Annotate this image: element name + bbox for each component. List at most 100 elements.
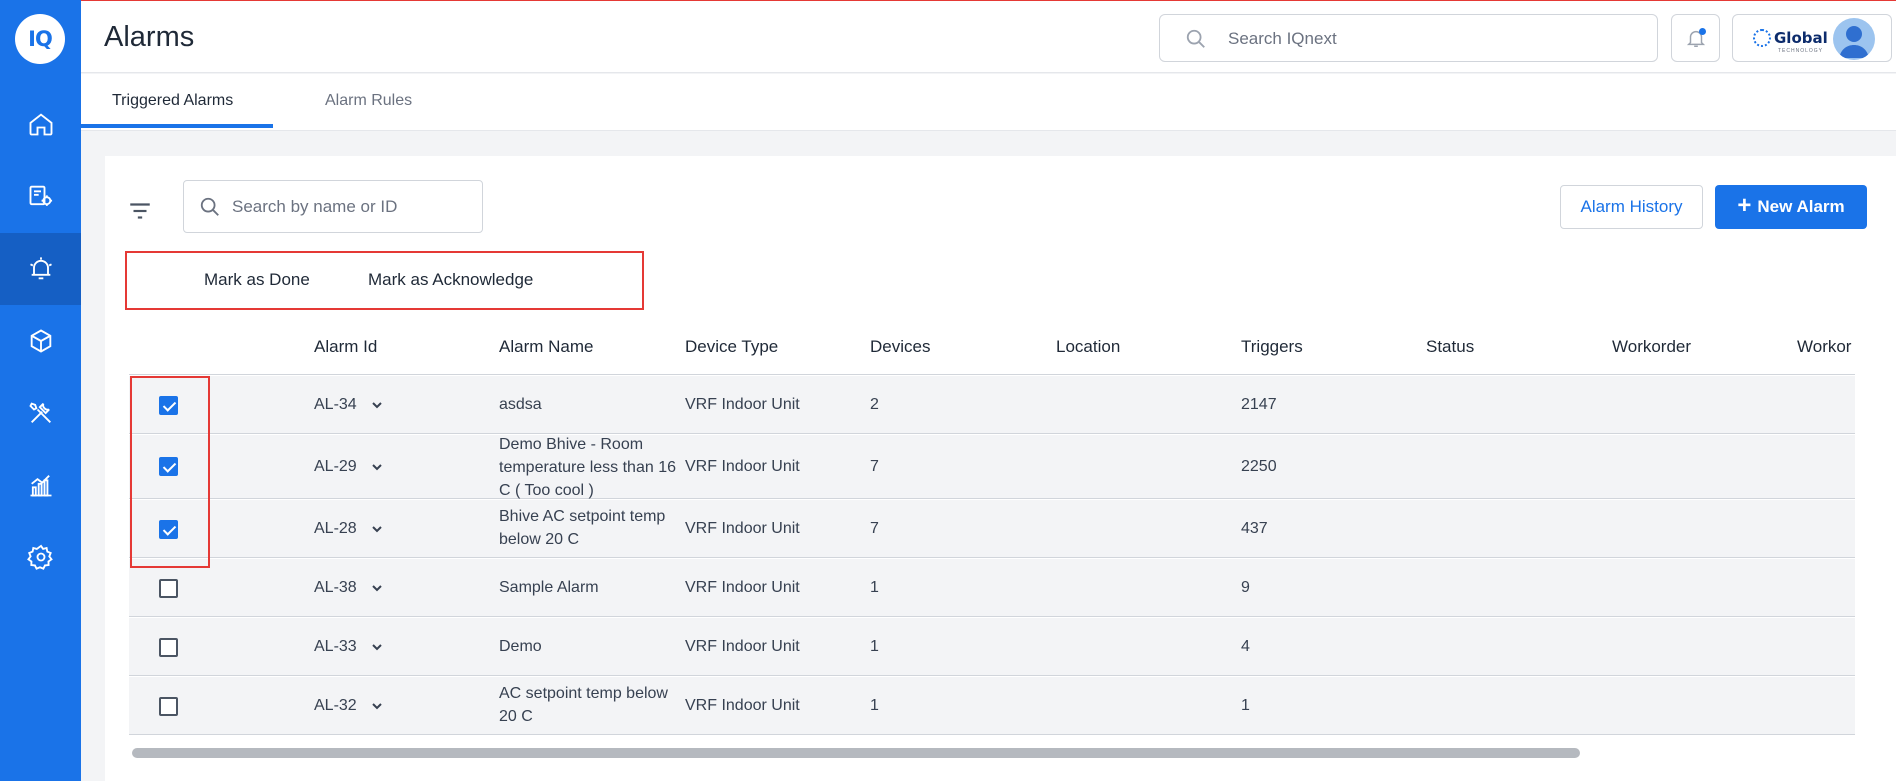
column-header[interactable]: Workor xyxy=(1797,337,1851,357)
assets-settings-icon xyxy=(29,185,52,206)
home-icon xyxy=(29,113,52,136)
profile-menu[interactable]: Global TECHNOLOGY xyxy=(1732,14,1892,62)
devices-count: 1 xyxy=(870,638,879,655)
table-search[interactable] xyxy=(183,180,483,233)
chevron-down-icon[interactable] xyxy=(369,397,385,413)
alarm-history-button[interactable]: Alarm History xyxy=(1560,185,1703,229)
device-type: VRF Indoor Unit xyxy=(685,458,800,475)
column-header[interactable]: Device Type xyxy=(685,337,778,357)
chevron-down-icon[interactable] xyxy=(369,459,385,475)
bulk-actions-bar: Mark as Done Mark as Acknowledge xyxy=(125,251,644,310)
search-icon xyxy=(200,197,219,216)
alarm-id: AL-29 xyxy=(314,458,357,475)
table-row[interactable]: AL-29 Demo Bhive - Room temperature less… xyxy=(129,435,1855,499)
devices-count: 1 xyxy=(870,697,879,714)
column-header[interactable]: Alarm Id xyxy=(314,337,377,357)
table-header: Alarm Id Alarm Name Device Type Devices … xyxy=(129,319,1855,375)
brand-mark-icon xyxy=(1753,29,1771,47)
active-tab-indicator xyxy=(81,124,273,128)
row-checkbox[interactable] xyxy=(159,457,178,476)
sidebar-item-inventory[interactable] xyxy=(0,305,81,377)
gear-icon xyxy=(26,544,53,570)
user-avatar-icon xyxy=(1839,26,1869,58)
top-bar: Alarms Global TECHNOLOGY xyxy=(81,0,1896,73)
search-icon xyxy=(1186,29,1205,48)
app-logo[interactable]: IQ xyxy=(15,14,65,64)
chevron-down-icon[interactable] xyxy=(369,639,385,655)
row-checkbox[interactable] xyxy=(159,396,178,415)
row-checkbox[interactable] xyxy=(159,638,178,657)
alarm-name: Sample Alarm xyxy=(499,579,599,596)
brand-name: Global xyxy=(1774,29,1828,47)
device-type: VRF Indoor Unit xyxy=(685,520,800,537)
alarms-panel: Alarm History + New Alarm Mark as Done M… xyxy=(105,156,1896,781)
device-type: VRF Indoor Unit xyxy=(685,579,800,596)
global-search[interactable] xyxy=(1159,14,1658,62)
tab-alarm-rules[interactable]: Alarm Rules xyxy=(325,92,412,110)
mark-as-done-button[interactable]: Mark as Done xyxy=(204,270,310,290)
notification-dot xyxy=(1699,28,1706,35)
box-icon xyxy=(30,329,51,353)
alarm-name: asdsa xyxy=(499,396,542,413)
devices-count: 7 xyxy=(870,520,879,537)
table-search-input[interactable] xyxy=(232,194,472,220)
alarm-id: AL-33 xyxy=(314,638,357,655)
row-checkbox[interactable] xyxy=(159,520,178,539)
sidebar-item-home[interactable] xyxy=(0,88,81,160)
device-type: VRF Indoor Unit xyxy=(685,638,800,655)
column-header[interactable]: Status xyxy=(1426,337,1474,357)
chevron-down-icon[interactable] xyxy=(369,521,385,537)
alarm-name: AC setpoint temp below 20 C xyxy=(499,685,668,725)
page-title: Alarms xyxy=(104,21,195,53)
alarms-table: Alarm Id Alarm Name Device Type Devices … xyxy=(129,319,1855,739)
filter-icon[interactable] xyxy=(127,198,153,224)
new-alarm-label: New Alarm xyxy=(1757,197,1845,216)
devices-count: 7 xyxy=(870,458,879,475)
triggers-count: 2147 xyxy=(1241,396,1277,413)
sidebar-item-alarms[interactable] xyxy=(0,233,81,305)
scrollbar-thumb[interactable] xyxy=(132,748,1580,758)
brand-subtitle: TECHNOLOGY xyxy=(1778,48,1824,54)
column-header[interactable]: Workorder xyxy=(1612,337,1691,357)
plus-icon: + xyxy=(1737,192,1752,219)
triggers-count: 2250 xyxy=(1241,458,1277,475)
brand-logo: Global xyxy=(1753,29,1828,47)
sidebar-item-settings[interactable] xyxy=(0,521,81,593)
sidebar: IQ xyxy=(0,0,81,781)
global-search-input[interactable] xyxy=(1228,26,1628,52)
devices-count: 1 xyxy=(870,579,879,596)
alarm-icon xyxy=(29,257,52,280)
tab-triggered-alarms[interactable]: Triggered Alarms xyxy=(112,92,233,110)
mark-as-acknowledge-button[interactable]: Mark as Acknowledge xyxy=(368,270,533,290)
table-row[interactable]: AL-28 Bhive AC setpoint temp below 20 C … xyxy=(129,500,1855,558)
analytics-icon xyxy=(30,475,51,497)
triggers-count: 4 xyxy=(1241,638,1250,655)
logo-text: IQ xyxy=(28,27,53,51)
horizontal-scrollbar[interactable] xyxy=(130,747,1880,759)
column-header[interactable]: Triggers xyxy=(1241,337,1303,357)
triggers-count: 9 xyxy=(1241,579,1250,596)
table-row[interactable]: AL-32 AC setpoint temp below 20 C VRF In… xyxy=(129,677,1855,735)
row-checkbox[interactable] xyxy=(159,697,178,716)
table-row[interactable]: AL-38 Sample Alarm VRF Indoor Unit 1 9 xyxy=(129,559,1855,617)
new-alarm-button[interactable]: + New Alarm xyxy=(1715,185,1867,229)
sidebar-item-maintenance[interactable] xyxy=(0,377,81,449)
alarm-name: Demo Bhive - Room temperature less than … xyxy=(499,436,676,499)
chevron-down-icon[interactable] xyxy=(369,580,385,596)
column-header[interactable]: Alarm Name xyxy=(499,337,593,357)
avatar[interactable] xyxy=(1833,18,1875,60)
row-checkbox[interactable] xyxy=(159,579,178,598)
alarm-id: AL-32 xyxy=(314,697,357,714)
device-type: VRF Indoor Unit xyxy=(685,396,800,413)
tab-bar: Triggered Alarms Alarm Rules xyxy=(81,74,1896,131)
table-row[interactable]: AL-33 Demo VRF Indoor Unit 1 4 xyxy=(129,618,1855,676)
triggers-count: 437 xyxy=(1241,520,1268,537)
column-header[interactable]: Devices xyxy=(870,337,930,357)
sidebar-item-analytics[interactable] xyxy=(0,449,81,521)
chevron-down-icon[interactable] xyxy=(369,698,385,714)
notifications-button[interactable] xyxy=(1671,14,1720,62)
sidebar-item-assets[interactable] xyxy=(0,160,81,232)
table-row[interactable]: AL-34 asdsa VRF Indoor Unit 2 2147 xyxy=(129,376,1855,434)
column-header[interactable]: Location xyxy=(1056,337,1120,357)
triggers-count: 1 xyxy=(1241,697,1250,714)
